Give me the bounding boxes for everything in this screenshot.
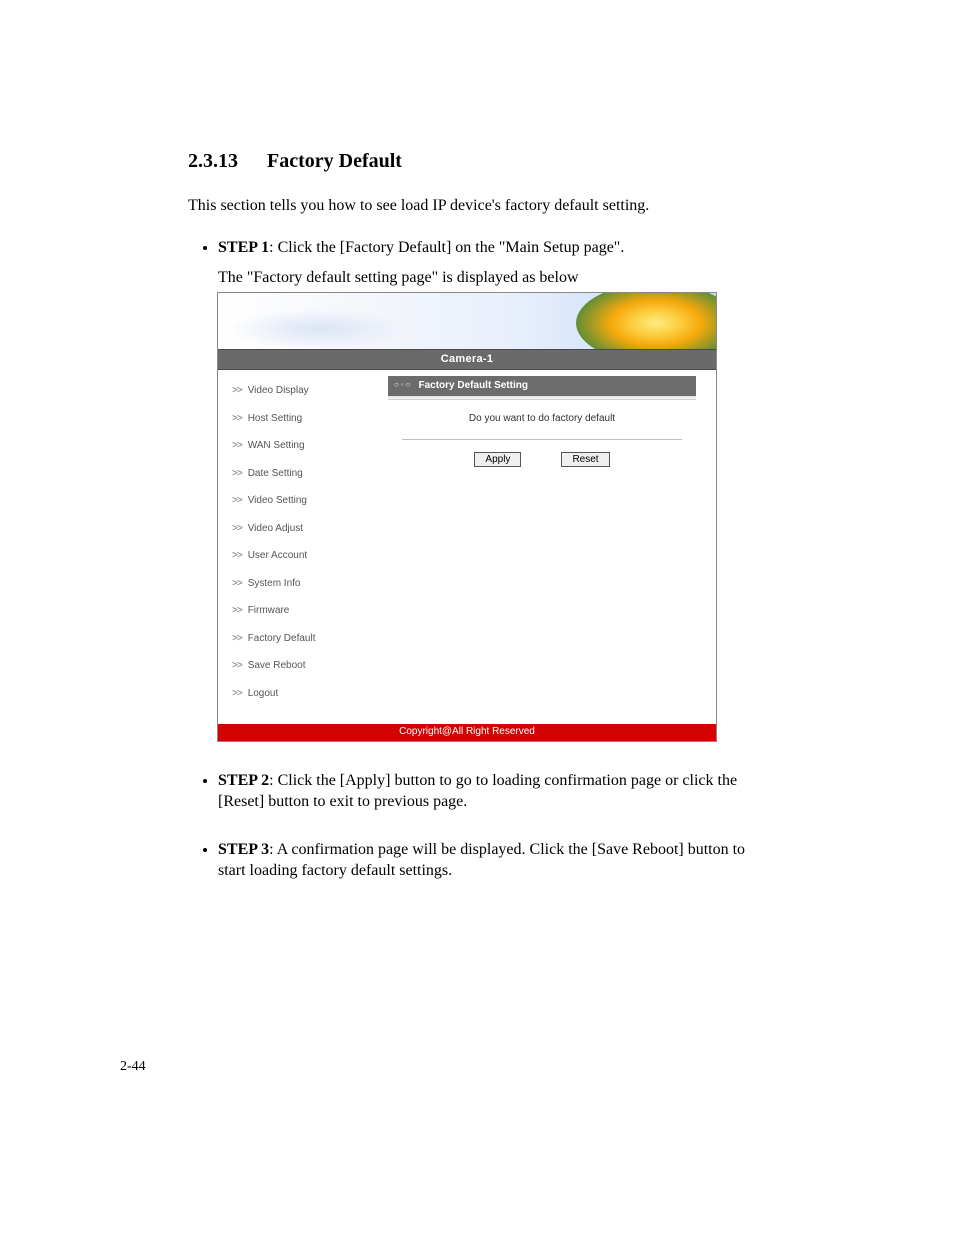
sidebar-item-label: WAN Setting [248, 440, 305, 451]
panel-body: Do you want to do factory default Apply … [388, 400, 696, 480]
sidebar-item-video-adjust[interactable]: >> Video Adjust [232, 522, 388, 536]
sidebar-item-label: Video Adjust [248, 523, 303, 534]
horizontal-divider [402, 439, 682, 440]
sidebar-item-label: Host Setting [248, 413, 302, 424]
reset-button[interactable]: Reset [561, 452, 609, 467]
sidebar-item-label: Firmware [248, 605, 290, 616]
embedded-screenshot: Camera-1 >> Video Display >> Host Setting … [217, 292, 717, 741]
sidebar-item-host-setting[interactable]: >> Host Setting [232, 412, 388, 426]
screenshot-body: >> Video Display >> Host Setting >> WAN Set… [218, 370, 716, 724]
screenshot-banner-image [218, 293, 716, 349]
document-page: 2.3.13 Factory Default This section tell… [0, 0, 954, 1235]
sidebar-item-wan-setting[interactable]: >> WAN Setting [232, 439, 388, 453]
step-1: STEP 1: Click the [Factory Default] on t… [218, 237, 766, 742]
step-1-text: : Click the [Factory Default] on the "Ma… [269, 239, 624, 256]
button-row: Apply Reset [398, 452, 686, 467]
intro-paragraph: This section tells you how to see load I… [188, 197, 766, 215]
section-heading: 2.3.13 Factory Default [188, 150, 766, 173]
panel-header: ○◦○ Factory Default Setting [388, 376, 696, 396]
step-2-label: STEP 2 [218, 772, 269, 789]
sidebar-item-label: User Account [248, 550, 307, 561]
sidebar-item-label: Logout [248, 688, 279, 699]
sidebar-item-video-display[interactable]: >> Video Display [232, 384, 388, 398]
chevron-icon: >> [232, 550, 242, 561]
copyright-footer: Copyright@All Right Reserved [218, 724, 716, 741]
step-1-label: STEP 1 [218, 239, 269, 256]
camera-title-bar: Camera-1 [218, 349, 716, 370]
section-title: Factory Default [267, 150, 402, 172]
chevron-icon: >> [232, 523, 242, 534]
sidebar-item-label: Date Setting [248, 468, 303, 479]
sidebar-item-user-account[interactable]: >> User Account [232, 549, 388, 563]
apply-button[interactable]: Apply [474, 452, 521, 467]
chevron-icon: >> [232, 660, 242, 671]
page-number: 2-44 [120, 1059, 146, 1075]
dots-icon: ○◦○ [394, 380, 413, 391]
chevron-icon: >> [232, 688, 242, 699]
step-list: STEP 1: Click the [Factory Default] on t… [188, 237, 766, 882]
sidebar-item-factory-default[interactable]: >> Factory Default [232, 632, 388, 646]
sidebar-item-label: Save Reboot [248, 660, 306, 671]
sidebar-item-video-setting[interactable]: >> Video Setting [232, 494, 388, 508]
chevron-icon: >> [232, 495, 242, 506]
step-2-text: : Click the [Apply] button to go to load… [218, 772, 737, 811]
chevron-icon: >> [232, 385, 242, 396]
sidebar-item-system-info[interactable]: >> System Info [232, 577, 388, 591]
chevron-icon: >> [232, 440, 242, 451]
sidebar-item-date-setting[interactable]: >> Date Setting [232, 467, 388, 481]
sidebar-item-save-reboot[interactable]: >> Save Reboot [232, 659, 388, 673]
sidebar-item-label: Video Setting [248, 495, 307, 506]
step-3: STEP 3: A confirmation page will be disp… [218, 839, 766, 882]
sidebar-item-label: Factory Default [248, 633, 316, 644]
chevron-icon: >> [232, 578, 242, 589]
sidebar-item-firmware[interactable]: >> Firmware [232, 604, 388, 618]
section-number: 2.3.13 [188, 150, 238, 173]
sidebar-item-label: Video Display [248, 385, 309, 396]
chevron-icon: >> [232, 468, 242, 479]
main-panel: ○◦○ Factory Default Setting Do you want … [388, 370, 716, 724]
confirmation-prompt: Do you want to do factory default [398, 412, 686, 426]
sidebar-nav: >> Video Display >> Host Setting >> WAN Set… [218, 370, 388, 724]
step-3-label: STEP 3 [218, 841, 269, 858]
panel-title: Factory Default Setting [419, 379, 528, 393]
sidebar-item-logout[interactable]: >> Logout [232, 687, 388, 701]
sidebar-item-label: System Info [248, 578, 301, 589]
step-3-text: : A confirmation page will be displayed.… [218, 841, 745, 880]
chevron-icon: >> [232, 413, 242, 424]
step-2: STEP 2: Click the [Apply] button to go t… [218, 770, 766, 813]
chevron-icon: >> [232, 633, 242, 644]
chevron-icon: >> [232, 605, 242, 616]
step-1-subtext: The "Factory default setting page" is di… [218, 267, 766, 289]
